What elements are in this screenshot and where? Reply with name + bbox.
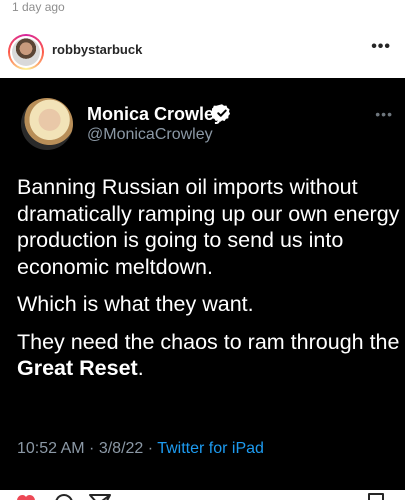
tweet-author-handle: @MonicaCrowley bbox=[87, 126, 213, 143]
tweet-bold-text: Great Reset bbox=[17, 356, 138, 380]
tweet-timestamp: 10:52 AM · 3/8/22 · bbox=[17, 440, 158, 457]
avatar-image bbox=[12, 38, 40, 66]
tweet-body: Banning Russian oil imports without dram… bbox=[17, 174, 402, 393]
post-time-ago: 1 day ago bbox=[12, 0, 65, 14]
tweet-metadata: 10:52 AM · 3/8/22 · Twitter for iPad bbox=[17, 440, 264, 458]
tweet-paragraph: Which is what they want. bbox=[17, 292, 254, 316]
tweet-options-icon: ••• bbox=[375, 106, 393, 122]
tweet-author-avatar bbox=[21, 98, 73, 150]
tweet-paragraph: They need the chaos to ram through the G… bbox=[17, 329, 402, 382]
avatar-frame bbox=[10, 36, 42, 68]
tweet-paragraph: Banning Russian oil imports without dram… bbox=[17, 175, 400, 279]
tweet-screenshot: Monica Crowley @MonicaCrowley ••• Bannin… bbox=[0, 78, 405, 490]
bookmark-icon[interactable] bbox=[366, 492, 386, 500]
comment-icon[interactable] bbox=[52, 492, 76, 500]
verified-badge-icon bbox=[212, 104, 231, 122]
profile-avatar[interactable] bbox=[8, 34, 44, 70]
post-options-icon[interactable]: ••• bbox=[371, 38, 391, 56]
paper-plane-icon[interactable] bbox=[88, 492, 112, 500]
tweet-author-name: Monica Crowley bbox=[87, 104, 225, 124]
instagram-post: 1 day ago robbystarbuck ••• Monica Crowl… bbox=[0, 0, 405, 500]
post-action-bar bbox=[0, 490, 405, 500]
tweet-text-run: . bbox=[137, 356, 144, 380]
tweet-text-run: They need the chaos to ram through the bbox=[17, 329, 400, 354]
post-header: robbystarbuck ••• bbox=[0, 30, 405, 74]
heart-icon[interactable] bbox=[14, 492, 38, 500]
post-username[interactable]: robbystarbuck bbox=[52, 42, 142, 57]
tweet-source: Twitter for iPad bbox=[157, 440, 264, 457]
